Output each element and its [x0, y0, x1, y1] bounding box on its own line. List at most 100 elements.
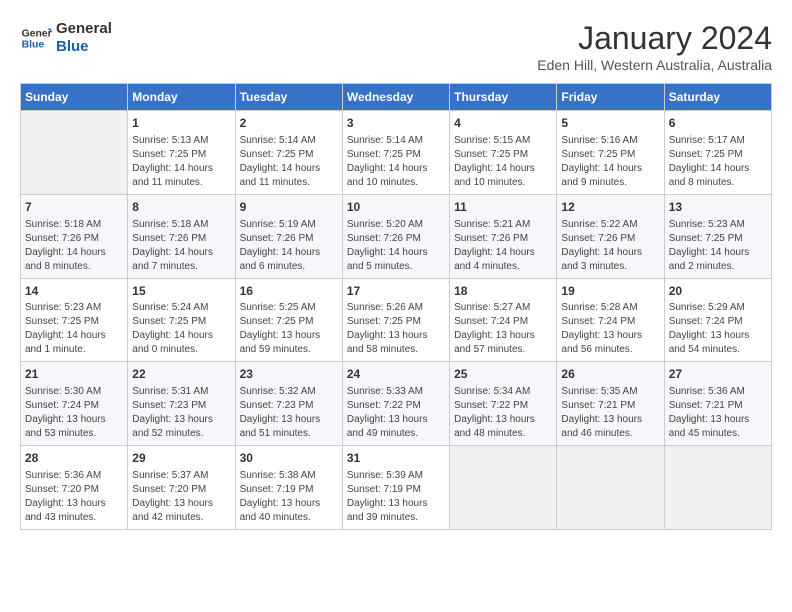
day-number: 13 — [669, 199, 767, 216]
day-number: 14 — [25, 283, 123, 300]
col-header-thursday: Thursday — [450, 84, 557, 111]
day-info: Sunrise: 5:27 AM Sunset: 7:24 PM Dayligh… — [454, 301, 552, 357]
calendar-cell: 31Sunrise: 5:39 AM Sunset: 7:19 PM Dayli… — [342, 446, 449, 530]
day-number: 30 — [240, 450, 338, 467]
day-info: Sunrise: 5:23 AM Sunset: 7:25 PM Dayligh… — [25, 301, 123, 357]
calendar-header: SundayMondayTuesdayWednesdayThursdayFrid… — [21, 84, 772, 111]
day-info: Sunrise: 5:15 AM Sunset: 7:25 PM Dayligh… — [454, 134, 552, 190]
day-number: 2 — [240, 115, 338, 132]
day-info: Sunrise: 5:32 AM Sunset: 7:23 PM Dayligh… — [240, 385, 338, 441]
day-number: 19 — [561, 283, 659, 300]
day-number: 11 — [454, 199, 552, 216]
calendar-cell: 16Sunrise: 5:25 AM Sunset: 7:25 PM Dayli… — [235, 278, 342, 362]
day-number: 4 — [454, 115, 552, 132]
calendar-cell: 20Sunrise: 5:29 AM Sunset: 7:24 PM Dayli… — [664, 278, 771, 362]
day-number: 24 — [347, 366, 445, 383]
day-info: Sunrise: 5:30 AM Sunset: 7:24 PM Dayligh… — [25, 385, 123, 441]
calendar-body: 1 Sunrise: 5:13 AM Sunset: 7:25 PM Daylig… — [21, 111, 772, 530]
day-number: 3 — [347, 115, 445, 132]
calendar-cell: 2 Sunrise: 5:14 AM Sunset: 7:25 PM Daylig… — [235, 111, 342, 195]
page-header: General Blue General Blue January 2024 E… — [20, 20, 772, 73]
day-info: Sunrise: 5:35 AM Sunset: 7:21 PM Dayligh… — [561, 385, 659, 441]
day-number: 16 — [240, 283, 338, 300]
day-info: Sunrise: 5:33 AM Sunset: 7:22 PM Dayligh… — [347, 385, 445, 441]
col-header-tuesday: Tuesday — [235, 84, 342, 111]
day-number: 9 — [240, 199, 338, 216]
day-info: Sunrise: 5:29 AM Sunset: 7:24 PM Dayligh… — [669, 301, 767, 357]
day-info: Sunrise: 5:36 AM Sunset: 7:21 PM Dayligh… — [669, 385, 767, 441]
logo: General Blue General Blue — [20, 20, 112, 56]
day-info: Sunrise: 5:18 AM Sunset: 7:26 PM Dayligh… — [25, 218, 123, 274]
day-info: Sunrise: 5:38 AM Sunset: 7:19 PM Dayligh… — [240, 469, 338, 525]
day-number: 15 — [132, 283, 230, 300]
calendar-cell: 27 Sunrise: 5:36 AM Sunset: 7:21 PM Dayli… — [664, 362, 771, 446]
calendar-cell: 7 Sunrise: 5:18 AM Sunset: 7:26 PM Daylig… — [21, 194, 128, 278]
day-info: Sunrise: 5:24 AM Sunset: 7:25 PM Dayligh… — [132, 301, 230, 357]
calendar-cell: 19Sunrise: 5:28 AM Sunset: 7:24 PM Dayli… — [557, 278, 664, 362]
calendar-cell: 1 Sunrise: 5:13 AM Sunset: 7:25 PM Daylig… — [128, 111, 235, 195]
calendar-cell — [21, 111, 128, 195]
day-number: 10 — [347, 199, 445, 216]
day-number: 27 — [669, 366, 767, 383]
calendar-cell: 12 Sunrise: 5:22 AM Sunset: 7:26 PM Dayli… — [557, 194, 664, 278]
day-info: Sunrise: 5:14 AM Sunset: 7:25 PM Dayligh… — [347, 134, 445, 190]
calendar-cell: 30 Sunrise: 5:38 AM Sunset: 7:19 PM Dayli… — [235, 446, 342, 530]
calendar-cell: 29 Sunrise: 5:37 AM Sunset: 7:20 PM Dayli… — [128, 446, 235, 530]
calendar-week-4: 21Sunrise: 5:30 AM Sunset: 7:24 PM Dayli… — [21, 362, 772, 446]
calendar-cell: 8 Sunrise: 5:18 AM Sunset: 7:26 PM Daylig… — [128, 194, 235, 278]
day-info: Sunrise: 5:18 AM Sunset: 7:26 PM Dayligh… — [132, 218, 230, 274]
day-info: Sunrise: 5:25 AM Sunset: 7:25 PM Dayligh… — [240, 301, 338, 357]
day-number: 1 — [132, 115, 230, 132]
logo-line2: Blue — [56, 38, 112, 56]
calendar-cell: 28Sunrise: 5:36 AM Sunset: 7:20 PM Dayli… — [21, 446, 128, 530]
page-title: January 2024 — [537, 20, 772, 57]
calendar-week-2: 7 Sunrise: 5:18 AM Sunset: 7:26 PM Daylig… — [21, 194, 772, 278]
day-info: Sunrise: 5:16 AM Sunset: 7:25 PM Dayligh… — [561, 134, 659, 190]
calendar-cell: 24 Sunrise: 5:33 AM Sunset: 7:22 PM Dayli… — [342, 362, 449, 446]
calendar-cell: 15Sunrise: 5:24 AM Sunset: 7:25 PM Dayli… — [128, 278, 235, 362]
day-info: Sunrise: 5:28 AM Sunset: 7:24 PM Dayligh… — [561, 301, 659, 357]
calendar-cell: 22Sunrise: 5:31 AM Sunset: 7:23 PM Dayli… — [128, 362, 235, 446]
day-number: 29 — [132, 450, 230, 467]
col-header-sunday: Sunday — [21, 84, 128, 111]
col-header-wednesday: Wednesday — [342, 84, 449, 111]
day-number: 28 — [25, 450, 123, 467]
calendar-cell: 23 Sunrise: 5:32 AM Sunset: 7:23 PM Dayli… — [235, 362, 342, 446]
day-number: 20 — [669, 283, 767, 300]
day-info: Sunrise: 5:13 AM Sunset: 7:25 PM Dayligh… — [132, 134, 230, 190]
col-header-saturday: Saturday — [664, 84, 771, 111]
day-info: Sunrise: 5:21 AM Sunset: 7:26 PM Dayligh… — [454, 218, 552, 274]
day-number: 23 — [240, 366, 338, 383]
day-info: Sunrise: 5:23 AM Sunset: 7:25 PM Dayligh… — [669, 218, 767, 274]
calendar-cell — [450, 446, 557, 530]
svg-text:General: General — [22, 28, 52, 39]
calendar-cell: 25Sunrise: 5:34 AM Sunset: 7:22 PM Dayli… — [450, 362, 557, 446]
day-info: Sunrise: 5:31 AM Sunset: 7:23 PM Dayligh… — [132, 385, 230, 441]
calendar-cell: 4 Sunrise: 5:15 AM Sunset: 7:25 PM Daylig… — [450, 111, 557, 195]
calendar-week-1: 1 Sunrise: 5:13 AM Sunset: 7:25 PM Daylig… — [21, 111, 772, 195]
calendar-table: SundayMondayTuesdayWednesdayThursdayFrid… — [20, 83, 772, 530]
calendar-cell: 10Sunrise: 5:20 AM Sunset: 7:26 PM Dayli… — [342, 194, 449, 278]
day-info: Sunrise: 5:22 AM Sunset: 7:26 PM Dayligh… — [561, 218, 659, 274]
calendar-cell: 6Sunrise: 5:17 AM Sunset: 7:25 PM Daylig… — [664, 111, 771, 195]
calendar-cell: 13 Sunrise: 5:23 AM Sunset: 7:25 PM Dayli… — [664, 194, 771, 278]
day-number: 8 — [132, 199, 230, 216]
day-number: 25 — [454, 366, 552, 383]
day-number: 7 — [25, 199, 123, 216]
day-info: Sunrise: 5:19 AM Sunset: 7:26 PM Dayligh… — [240, 218, 338, 274]
col-header-friday: Friday — [557, 84, 664, 111]
day-info: Sunrise: 5:14 AM Sunset: 7:25 PM Dayligh… — [240, 134, 338, 190]
svg-text:Blue: Blue — [22, 40, 45, 51]
calendar-week-5: 28Sunrise: 5:36 AM Sunset: 7:20 PM Dayli… — [21, 446, 772, 530]
day-number: 12 — [561, 199, 659, 216]
calendar-week-3: 14Sunrise: 5:23 AM Sunset: 7:25 PM Dayli… — [21, 278, 772, 362]
calendar-cell — [664, 446, 771, 530]
calendar-cell: 21Sunrise: 5:30 AM Sunset: 7:24 PM Dayli… — [21, 362, 128, 446]
day-info: Sunrise: 5:17 AM Sunset: 7:25 PM Dayligh… — [669, 134, 767, 190]
page-subtitle: Eden Hill, Western Australia, Australia — [537, 57, 772, 73]
calendar-cell: 11 Sunrise: 5:21 AM Sunset: 7:26 PM Dayli… — [450, 194, 557, 278]
day-info: Sunrise: 5:37 AM Sunset: 7:20 PM Dayligh… — [132, 469, 230, 525]
day-info: Sunrise: 5:26 AM Sunset: 7:25 PM Dayligh… — [347, 301, 445, 357]
title-block: January 2024 Eden Hill, Western Australi… — [537, 20, 772, 73]
calendar-cell: 17Sunrise: 5:26 AM Sunset: 7:25 PM Dayli… — [342, 278, 449, 362]
